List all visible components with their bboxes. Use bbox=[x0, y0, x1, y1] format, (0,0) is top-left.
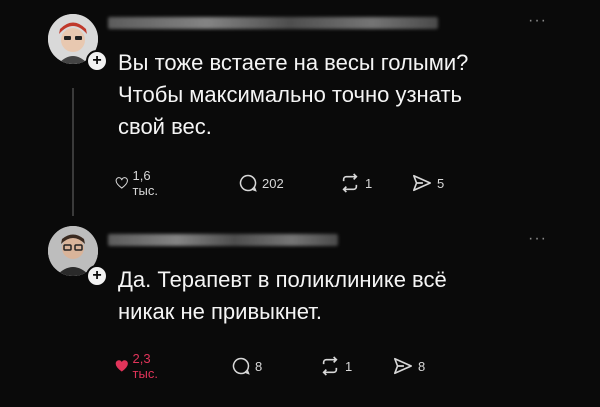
post-text: Вы тоже встаете на весы голыми? Чтобы ма… bbox=[118, 47, 588, 143]
post-text-line: Вы тоже встаете на весы голыми? bbox=[118, 50, 469, 75]
reply-button[interactable]: 8 bbox=[231, 353, 262, 379]
follow-button[interactable]: + bbox=[86, 50, 108, 72]
post-text-line: никак не привыкнет. bbox=[118, 299, 322, 324]
repost-icon bbox=[342, 173, 358, 193]
thread-connector bbox=[72, 88, 74, 216]
heart-icon bbox=[115, 177, 128, 189]
like-count: 2,3 тыс. bbox=[132, 351, 158, 381]
heart-icon bbox=[115, 360, 128, 372]
post-text-line: Чтобы максимально точно узнать bbox=[118, 82, 462, 107]
like-button[interactable]: 1,6 тыс. bbox=[115, 168, 164, 198]
repost-count: 1 bbox=[345, 358, 353, 374]
comment-icon bbox=[239, 174, 257, 192]
share-icon bbox=[394, 357, 412, 375]
like-button[interactable]: 2,3 тыс. bbox=[115, 351, 164, 381]
repost-button[interactable]: 1 bbox=[319, 353, 352, 379]
share-count: 8 bbox=[418, 358, 426, 374]
like-count: 1,6 тыс. bbox=[132, 168, 158, 198]
username-blurred bbox=[108, 234, 338, 246]
username-blurred bbox=[108, 17, 438, 29]
post-text: Да. Терапевт в поликлинике всё никак не … bbox=[118, 264, 588, 328]
more-options-icon[interactable]: ··· bbox=[528, 230, 547, 248]
share-count: 5 bbox=[437, 175, 445, 191]
share-button[interactable]: 8 bbox=[392, 353, 425, 379]
post-text-line: свой вес. bbox=[118, 114, 212, 139]
repost-button[interactable]: 1 bbox=[339, 170, 372, 196]
post-2: + ··· Да. Терапевт в поликлинике всё ник… bbox=[0, 225, 600, 407]
share-icon bbox=[413, 174, 431, 192]
share-button[interactable]: 5 bbox=[411, 170, 444, 196]
repost-count: 1 bbox=[365, 175, 373, 191]
reply-count: 202 bbox=[262, 175, 284, 191]
repost-icon bbox=[322, 356, 338, 376]
post-text-line: Да. Терапевт в поликлинике всё bbox=[118, 267, 447, 292]
reply-count: 8 bbox=[255, 358, 263, 374]
follow-button[interactable]: + bbox=[86, 265, 108, 287]
more-options-icon[interactable]: ··· bbox=[528, 12, 547, 30]
post-1: + ··· Вы тоже встаете на весы голыми? Чт… bbox=[0, 0, 600, 225]
reply-button[interactable]: 202 bbox=[238, 170, 284, 196]
comment-icon bbox=[232, 357, 250, 375]
